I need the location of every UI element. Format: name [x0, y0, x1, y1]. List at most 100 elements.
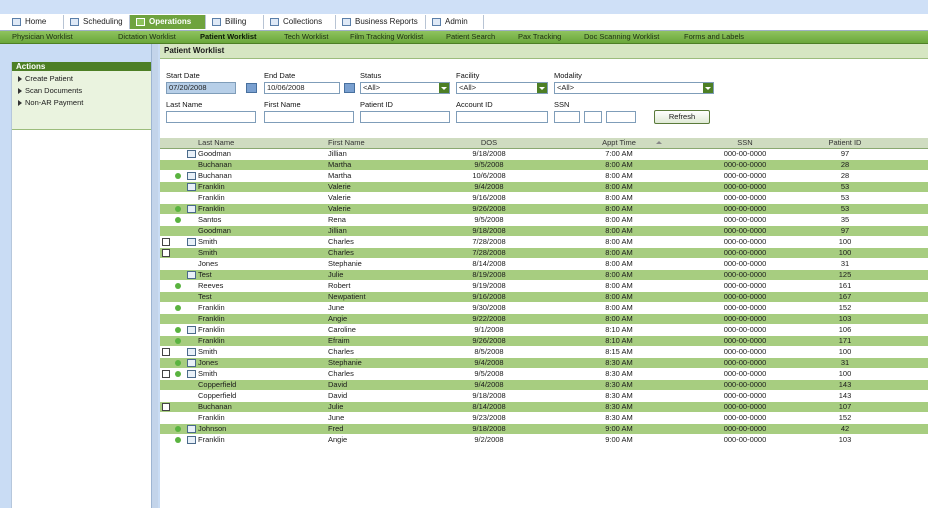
- table-row[interactable]: Goodman Jillian 9/18/2008 8:00 AM 000-00-000…: [160, 226, 928, 237]
- workflow-icon[interactable]: [187, 205, 196, 213]
- start-date-field[interactable]: 07/20/2008: [166, 82, 236, 94]
- table-row[interactable]: Franklin Valerie 9/16/2008 8:00 AM 000-00-00…: [160, 193, 928, 204]
- cell-last-name: Franklin: [198, 204, 225, 213]
- tab-billing[interactable]: Billing: [206, 15, 264, 29]
- cell-ssn: 000-00-0000: [723, 182, 767, 191]
- table-row[interactable]: Test Julie 8/19/2008 8:00 AM 000-00-0000 125: [160, 270, 928, 281]
- workflow-icon[interactable]: [187, 359, 196, 367]
- document-scan-icon[interactable]: [162, 238, 170, 246]
- cell-appt-time: 8:15 AM: [605, 347, 633, 356]
- last-name-field[interactable]: [166, 111, 256, 123]
- workflow-icon[interactable]: [187, 425, 196, 433]
- table-row[interactable]: Franklin June 9/23/2008 8:30 AM 000-00-0000 1…: [160, 413, 928, 424]
- table-row[interactable]: Santos Rena 9/5/2008 8:00 AM 000-00-0000 35: [160, 215, 928, 226]
- first-name-field[interactable]: [264, 111, 354, 123]
- panel-splitter[interactable]: [151, 44, 158, 508]
- tab-admin[interactable]: Admin: [426, 15, 484, 29]
- cell-last-name: Franklin: [198, 182, 225, 191]
- subnav-dictation-worklist[interactable]: Dictation Worklist: [118, 31, 176, 43]
- table-row[interactable]: Franklin Caroline 9/1/2008 8:10 AM 000-00-00…: [160, 325, 928, 336]
- column-header-first-name[interactable]: First Name: [328, 138, 365, 148]
- table-row[interactable]: Jones Stephanie 9/4/2008 8:30 AM 000-00-0000…: [160, 358, 928, 369]
- workflow-icon[interactable]: [187, 436, 196, 444]
- tab-home[interactable]: Home: [6, 15, 64, 29]
- cell-last-name: Smith: [198, 347, 218, 356]
- workflow-icon[interactable]: [187, 183, 196, 191]
- table-row[interactable]: Smith Charles 7/28/2008 8:00 AM 000-00-0000 1…: [160, 237, 928, 248]
- column-header-appt-time[interactable]: Appt Time: [576, 138, 662, 148]
- table-row[interactable]: Reeves Robert 9/19/2008 8:00 AM 000-00-0000 1…: [160, 281, 928, 292]
- end-date-calendar-icon[interactable]: [344, 83, 355, 93]
- subnav-pax-tracking[interactable]: Pax Tracking: [518, 31, 561, 43]
- document-scan-icon[interactable]: [162, 403, 170, 411]
- subnav-physician-worklist[interactable]: Physician Worklist: [12, 31, 73, 43]
- document-scan-icon[interactable]: [162, 370, 170, 378]
- cell-appt-time: 8:10 AM: [605, 325, 633, 334]
- subnav-tech-worklist[interactable]: Tech Worklist: [284, 31, 328, 43]
- end-date-field[interactable]: 10/06/2008: [264, 82, 340, 94]
- action-create-patient[interactable]: Create Patient: [12, 73, 152, 85]
- workflow-icon[interactable]: [187, 172, 196, 180]
- grid-header-row: Last Name First Name DOS Appt Time SSN P…: [160, 138, 928, 149]
- cell-first-name: Valerie: [328, 182, 351, 191]
- document-scan-icon[interactable]: [162, 249, 170, 257]
- table-row[interactable]: Test Newpatient 9/16/2008 8:00 AM 000-00-000…: [160, 292, 928, 303]
- cell-ssn: 000-00-0000: [723, 347, 767, 356]
- table-row[interactable]: Johnson Fred 9/18/2008 9:00 AM 000-00-0000 42: [160, 424, 928, 435]
- action-non-ar-payment[interactable]: Non-AR Payment: [12, 97, 152, 109]
- modality-dropdown[interactable]: <All>: [554, 82, 714, 94]
- table-row[interactable]: Smith Charles 7/28/2008 8:00 AM 000-00-0000 1…: [160, 248, 928, 259]
- column-header-last-name[interactable]: Last Name: [198, 138, 234, 148]
- subnav-patient-worklist[interactable]: Patient Worklist: [200, 31, 257, 43]
- table-row[interactable]: Franklin Efraim 9/26/2008 8:10 AM 000-00-000…: [160, 336, 928, 347]
- table-row[interactable]: Jones Stephanie 8/14/2008 8:00 AM 000-00-000…: [160, 259, 928, 270]
- document-scan-icon[interactable]: [162, 348, 170, 356]
- table-row[interactable]: Franklin Angie 9/22/2008 8:00 AM 000-00-0000…: [160, 314, 928, 325]
- start-date-calendar-icon[interactable]: [246, 83, 257, 93]
- workflow-icon[interactable]: [187, 238, 196, 246]
- table-row[interactable]: Franklin June 9/30/2008 8:00 AM 000-00-0000 1…: [160, 303, 928, 314]
- action-scan-documents[interactable]: Scan Documents: [12, 85, 152, 97]
- cell-dos: 9/23/2008: [472, 413, 506, 422]
- workflow-icon[interactable]: [187, 150, 196, 158]
- ssn-field-part1[interactable]: [554, 111, 580, 123]
- tab-collections[interactable]: Collections: [264, 15, 336, 29]
- column-header-ssn[interactable]: SSN: [700, 138, 790, 148]
- subnav-forms-and-labels[interactable]: Forms and Labels: [684, 31, 744, 43]
- table-row[interactable]: Copperfield David 9/18/2008 8:30 AM 000-00-0…: [160, 391, 928, 402]
- facility-dropdown[interactable]: <All>: [456, 82, 548, 94]
- table-row[interactable]: Buchanan Martha 10/6/2008 8:00 AM 000-00-000…: [160, 171, 928, 182]
- table-row[interactable]: Franklin Angie 9/2/2008 9:00 AM 000-00-0000 1…: [160, 435, 928, 446]
- refresh-button[interactable]: Refresh: [654, 110, 710, 124]
- table-row[interactable]: Smith Charles 9/5/2008 8:30 AM 000-00-0000 10…: [160, 369, 928, 380]
- table-row[interactable]: Smith Charles 8/5/2008 8:15 AM 000-00-0000 10…: [160, 347, 928, 358]
- subnav-patient-search[interactable]: Patient Search: [446, 31, 495, 43]
- tab-business-reports[interactable]: Business Reports: [336, 15, 426, 29]
- cell-dos: 7/28/2008: [472, 248, 506, 257]
- account-id-field[interactable]: [456, 111, 548, 123]
- cell-ssn: 000-00-0000: [723, 226, 767, 235]
- status-dot-icon: [175, 173, 181, 179]
- table-row[interactable]: Goodman Jillian 9/18/2008 7:00 AM 000-00-000…: [160, 149, 928, 160]
- column-header-patient-id[interactable]: Patient ID: [800, 138, 890, 148]
- table-row[interactable]: Franklin Valerie 9/26/2008 8:00 AM 000-00-00…: [160, 204, 928, 215]
- subnav-film-tracking-worklist[interactable]: Film Tracking Worklist: [350, 31, 423, 43]
- table-row[interactable]: Buchanan Martha 9/5/2008 8:00 AM 000-00-0000…: [160, 160, 928, 171]
- status-dropdown[interactable]: <All>: [360, 82, 450, 94]
- patient-id-field[interactable]: [360, 111, 450, 123]
- workflow-icon[interactable]: [187, 348, 196, 356]
- ssn-field-part2[interactable]: [584, 111, 602, 123]
- table-row[interactable]: Franklin Valerie 9/4/2008 8:00 AM 000-00-000…: [160, 182, 928, 193]
- cell-patient-id: 100: [838, 347, 852, 356]
- table-row[interactable]: Buchanan Julie 8/14/2008 8:30 AM 000-00-0000…: [160, 402, 928, 413]
- tab-scheduling[interactable]: Scheduling: [64, 15, 130, 29]
- workflow-icon[interactable]: [187, 326, 196, 334]
- table-row[interactable]: Copperfield David 9/4/2008 8:30 AM 000-00-00…: [160, 380, 928, 391]
- workflow-icon[interactable]: [187, 271, 196, 279]
- tab-operations[interactable]: Operations: [130, 15, 206, 29]
- cell-ssn: 000-00-0000: [723, 193, 767, 202]
- subnav-doc-scanning-worklist[interactable]: Doc Scanning Worklist: [584, 31, 659, 43]
- ssn-field-part3[interactable]: [606, 111, 636, 123]
- workflow-icon[interactable]: [187, 370, 196, 378]
- column-header-dos[interactable]: DOS: [446, 138, 532, 148]
